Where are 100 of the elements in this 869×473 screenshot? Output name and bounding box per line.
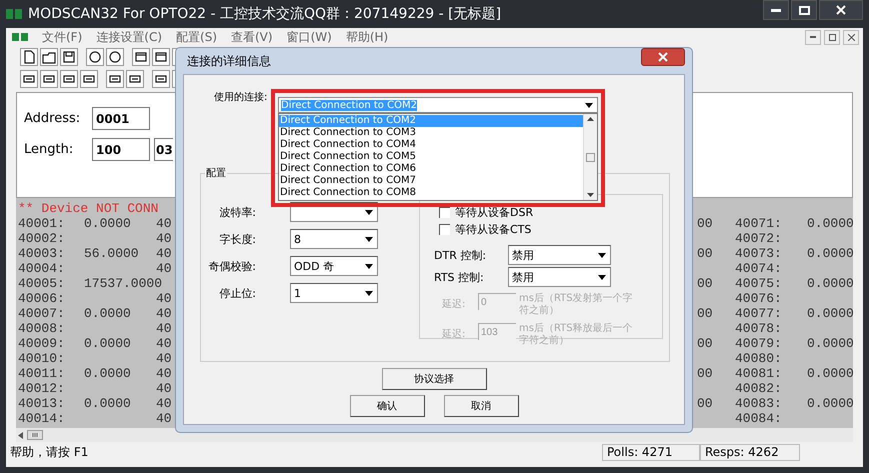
window-button[interactable] [132, 48, 150, 66]
dropdown[interactable]: 8 [290, 229, 378, 249]
register-view-button[interactable] [20, 70, 38, 88]
field-label: 使用的连接: [214, 90, 268, 104]
dropdown[interactable]: 1 [290, 283, 378, 303]
input-field[interactable]: 0001 [92, 107, 150, 130]
minimize-icon [810, 36, 816, 38]
scroll-left-icon[interactable] [18, 432, 23, 438]
register-address: 40078: [735, 321, 783, 336]
list-item[interactable]: Direct Connection to COM6 [279, 163, 583, 175]
register-address: 40 [156, 381, 172, 396]
close-button[interactable] [843, 30, 859, 44]
dropdown[interactable]: 禁用 [508, 245, 611, 265]
checkbox-label: 等待从设备CTS [455, 222, 532, 237]
input-field[interactable]: 03 [154, 138, 173, 161]
register-value: 00 [697, 366, 714, 381]
menu-item[interactable]: 文件(F) [42, 28, 82, 46]
menu-item[interactable]: 查看(V) [231, 28, 273, 46]
register-view-button[interactable] [106, 70, 124, 88]
menu-item[interactable]: 连接设置(C) [96, 28, 162, 46]
document-button[interactable] [20, 48, 38, 66]
register-value: 0.0000 [807, 246, 855, 261]
register-value: 0.0000 [84, 366, 132, 381]
help-text: ms后（RTS发射第一个字符之前） [519, 293, 634, 317]
window-button[interactable] [152, 48, 170, 66]
register-value: 0.0000 [807, 396, 855, 411]
menu-item[interactable]: 帮助(H) [346, 28, 388, 46]
circle-button[interactable] [86, 48, 104, 66]
scroll-up-icon[interactable] [587, 117, 594, 121]
register-address: 40082: [735, 381, 783, 396]
window-icon [154, 50, 168, 64]
maximize-button[interactable] [791, 0, 817, 20]
register-address: 40071: [735, 216, 783, 231]
circle-icon [108, 50, 122, 64]
checkbox[interactable] [439, 207, 450, 218]
restore-button[interactable] [824, 30, 840, 44]
register-value: 0.0000 [807, 276, 855, 291]
minimize-button[interactable] [763, 0, 789, 20]
dropdown-arrow-icon [585, 102, 593, 108]
register-address: 40010: [18, 351, 66, 366]
close-icon [658, 52, 668, 62]
register-value: 0.0000 [84, 216, 132, 231]
checkbox[interactable] [439, 224, 450, 235]
app-icon [6, 9, 22, 19]
list-item[interactable]: Direct Connection to COM7 [279, 175, 583, 187]
list-item[interactable]: Direct Connection to COM4 [279, 139, 583, 151]
register-value: 56.0000 [84, 246, 140, 261]
register-view-button[interactable] [80, 70, 98, 88]
register-value: 0.0000 [84, 336, 132, 351]
register-view-button[interactable] [60, 70, 78, 88]
group-title: 配置 [205, 166, 227, 180]
status-pane: Polls: 4271 [602, 444, 700, 460]
vertical-scrollbar[interactable] [583, 114, 597, 200]
menu-item[interactable]: 配置(S) [176, 28, 217, 46]
register-address: 40081: [735, 366, 783, 381]
dropdown-arrow-icon [365, 236, 373, 242]
scroll-thumb-icon[interactable] [586, 152, 595, 162]
menu-item[interactable]: 窗口(W) [286, 28, 332, 46]
input-field[interactable]: 100 [92, 138, 150, 161]
folder-button[interactable] [40, 48, 58, 66]
close-button[interactable] [819, 0, 863, 20]
list-item[interactable]: Direct Connection to COM3 [279, 127, 583, 139]
register-address: 40011: [18, 366, 66, 381]
field-label: 字长度: [218, 232, 256, 246]
register-view-button[interactable] [126, 70, 144, 88]
register-address: 40 [156, 246, 172, 261]
register-address: 40009: [18, 336, 66, 351]
register-value: 0.0000 [84, 396, 132, 411]
register-address: 40076: [735, 291, 783, 306]
register-address: 40 [156, 396, 172, 411]
close-button[interactable] [641, 48, 685, 66]
register-address: 40013: [18, 396, 66, 411]
dropdown[interactable]: ODD 奇 [290, 256, 378, 276]
register-value: 0.0000 [807, 336, 855, 351]
register-address: 40 [156, 336, 172, 351]
protocol-button[interactable]: 协议选择 [382, 368, 486, 390]
folder-icon [42, 50, 56, 64]
register-address: 40014: [18, 411, 66, 426]
list-item[interactable]: Direct Connection to COM5 [279, 151, 583, 163]
status-pane: Resps: 4262 [700, 444, 800, 460]
close-icon [848, 34, 854, 40]
field-label: Length: [24, 142, 74, 157]
register-view-button[interactable] [40, 70, 58, 88]
dropdown[interactable]: 禁用 [508, 267, 611, 287]
register-address: 40084: [735, 411, 783, 426]
ok-button[interactable]: 确认 [350, 395, 424, 417]
scroll-thumb-icon[interactable] [27, 430, 43, 440]
floppy-disk-button[interactable] [60, 48, 78, 66]
field-label: 延迟: [442, 298, 466, 311]
dropdown-arrow-icon [365, 290, 373, 296]
cancel-button[interactable]: 取消 [444, 395, 518, 417]
field-label: 停止位: [218, 286, 256, 300]
register-value: 0.0000 [807, 366, 855, 381]
register-view-button[interactable] [152, 70, 170, 88]
help-text: ms后（RTS释放最后一个字符之前） [519, 323, 634, 347]
minimize-button[interactable] [805, 30, 821, 44]
maximize-icon [798, 6, 810, 14]
circle-button[interactable] [106, 48, 124, 66]
list-item[interactable]: Direct Connection to COM8 [279, 187, 583, 199]
register-value: 00 [697, 336, 714, 351]
